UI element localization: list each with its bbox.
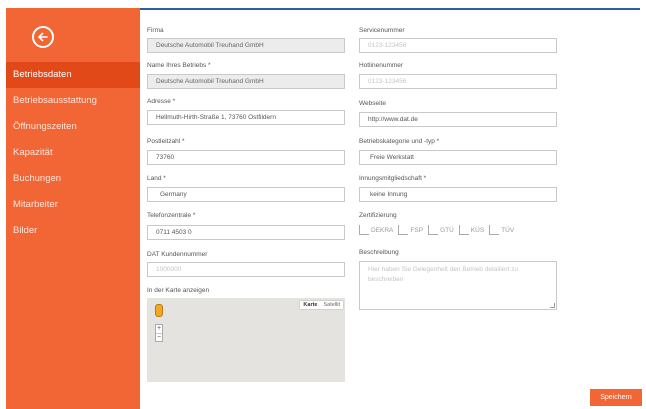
cert-fsp[interactable]: FSP [398,225,423,235]
sidebar: Betriebsdaten Betriebsausstattung Öffnun… [6,8,140,409]
sidebar-nav: Betriebsdaten Betriebsausstattung Öffnun… [6,62,140,244]
pegman-icon[interactable] [155,304,163,317]
land-label: Land * [147,175,166,182]
webseite-input[interactable]: http://www.dat.de [359,112,557,127]
cert-label: FSP [410,226,424,234]
checkbox-icon [428,225,439,235]
map-type-control: Karte Satellit [300,301,343,309]
arrow-left-icon [38,32,48,42]
cert-label: GTÜ [440,226,454,234]
checkbox-icon [398,225,409,235]
dat-kundennummer-label: DAT Kundennummer [147,251,208,258]
webseite-label: Webseite [359,100,386,107]
innung-select[interactable]: keine Innung [359,187,557,202]
hotlinenummer-label: Hotlinenummer [359,62,404,69]
cert-tuev[interactable]: TÜV [489,225,514,235]
sidebar-item-buchungen[interactable]: Buchungen [6,166,140,192]
name-betrieb-field: Deutsche Automobil Treuhand GmbH [147,74,345,89]
zertifizierung-label: Zertifizierung [359,212,397,219]
sidebar-item-oeffnungszeiten[interactable]: Öffnungszeiten [6,114,140,140]
zoom-out-button[interactable]: − [156,333,162,341]
beschreibung-textarea[interactable]: Hier haben Sie Gelegenheit den Betrieb d… [359,261,557,310]
adresse-label: Adresse * [147,98,176,105]
postleitzahl-input[interactable]: 73760 [147,150,345,165]
zoom-control: + − [155,324,163,342]
hotlinenummer-input[interactable]: 0123-123456 [359,74,557,89]
checkbox-icon [359,225,369,235]
sidebar-item-betriebsausstattung[interactable]: Betriebsausstattung [6,88,140,114]
innung-label: Innungsmitgliedschaft * [359,175,427,182]
firma-label: Firma [147,27,164,34]
betriebskategorie-label: Betriebskategorie und -typ * [359,138,440,145]
firma-field: Deutsche Automobil Treuhand GmbH [147,38,345,53]
back-button[interactable] [32,26,54,48]
sidebar-item-betriebsdaten[interactable]: Betriebsdaten [6,62,140,88]
sidebar-item-bilder[interactable]: Bilder [6,218,140,244]
map-type-karte[interactable]: Karte [300,301,321,309]
telefonzentrale-input[interactable]: 0711 4503 0 [147,225,345,240]
cert-label: DEKRA [371,226,394,234]
karte-label: In der Karte anzeigen [147,287,210,294]
map-view[interactable]: Karte Satellit + − [147,298,345,382]
save-button[interactable]: Speichern [590,389,642,406]
zertifizierung-options: DEKRA FSP GTÜ KÜS TÜV [359,225,519,235]
zoom-in-button[interactable]: + [156,325,162,333]
beschreibung-label: Beschreibung [359,249,399,256]
cert-label: TÜV [501,226,515,234]
cert-gtue[interactable]: GTÜ [428,225,454,235]
sidebar-item-mitarbeiter[interactable]: Mitarbeiter [6,192,140,218]
servicenummer-label: Servicenummer [359,27,405,34]
name-betrieb-label: Name Ihres Betriebs * [147,62,211,69]
cert-kues[interactable]: KÜS [458,225,485,235]
land-select[interactable]: Germany [147,187,345,202]
servicenummer-input[interactable]: 0123-123456 [359,38,557,53]
cert-dekra[interactable]: DEKRA [359,225,393,235]
dat-kundennummer-field: 1000000 [147,262,345,277]
checkbox-icon [489,225,500,235]
map-type-satellit[interactable]: Satellit [320,301,343,309]
postleitzahl-label: Postleitzahl * [147,138,185,145]
resize-handle-icon[interactable] [550,303,555,308]
checkbox-icon [458,225,469,235]
header-divider [140,8,640,10]
telefonzentrale-label: Telefonzentrale * [147,212,196,219]
beschreibung-placeholder: Hier haben Sie Gelegenheit den Betrieb d… [368,266,518,283]
adresse-input[interactable]: Hellmuth-Hirth-Straße 1, 73760 Ostfilder… [147,110,345,125]
betriebskategorie-select[interactable]: Freie Werkstatt [359,150,557,165]
cert-label: KÜS [470,226,485,234]
sidebar-item-kapazitaet[interactable]: Kapazität [6,140,140,166]
